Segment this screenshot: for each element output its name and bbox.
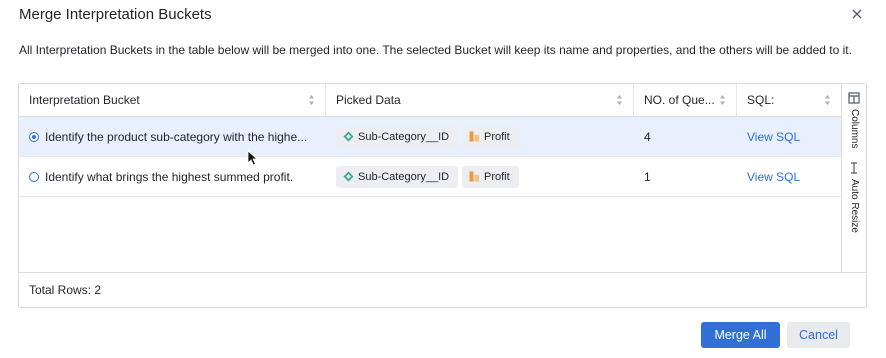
- picked-data-cell: Sub-Category__ID Profit: [326, 117, 634, 157]
- columns-label: Columns: [849, 109, 860, 149]
- picked-data-cell: Sub-Category__ID Profit: [326, 157, 634, 197]
- column-header-bucket[interactable]: Interpretation Bucket: [19, 84, 326, 116]
- buckets-table: Interpretation Bucket Picked Data NO. of…: [18, 83, 867, 308]
- chip-label: Profit: [484, 171, 510, 183]
- sort-icon[interactable]: [719, 94, 726, 106]
- table-row[interactable]: Identify what brings the highest summed …: [19, 157, 841, 197]
- picked-data-chip[interactable]: Sub-Category__ID: [336, 126, 459, 148]
- picked-data-chip[interactable]: Sub-Category__ID: [336, 166, 459, 188]
- dialog-description: All Interpretation Buckets in the table …: [19, 43, 852, 57]
- total-rows: Total Rows: 2: [29, 283, 102, 297]
- chip-label: Sub-Category__ID: [358, 131, 450, 143]
- row-radio-selected[interactable]: [29, 132, 39, 142]
- chip-label: Sub-Category__ID: [358, 171, 450, 183]
- auto-resize-button[interactable]: Auto Resize: [842, 160, 866, 240]
- measure-bar-icon: [469, 171, 479, 182]
- dimension-diamond-icon: [343, 171, 354, 182]
- sort-icon[interactable]: [308, 94, 315, 106]
- column-header-label: NO. of Que...: [644, 93, 715, 107]
- table-footer: Total Rows: 2: [19, 272, 866, 307]
- close-icon[interactable]: [849, 6, 865, 22]
- questions-count: 1: [644, 170, 651, 184]
- column-header-label: Picked Data: [336, 93, 401, 107]
- columns-icon: [848, 92, 860, 104]
- column-header-label: Interpretation Bucket: [29, 93, 140, 107]
- auto-resize-label: Auto Resize: [849, 179, 860, 233]
- questions-count: 4: [644, 130, 651, 144]
- dialog-title: Merge Interpretation Buckets: [19, 6, 212, 23]
- grid-side-panel: Columns Auto Resize: [841, 84, 866, 272]
- table-header: Interpretation Bucket Picked Data NO. of…: [19, 84, 841, 117]
- chip-label: Profit: [484, 131, 510, 143]
- resize-icon: [851, 162, 857, 174]
- sort-icon[interactable]: [616, 94, 623, 106]
- row-radio[interactable]: [29, 172, 39, 182]
- table-row[interactable]: Identify the product sub-category with t…: [19, 117, 841, 157]
- mouse-cursor-icon: [247, 150, 259, 166]
- bucket-name: Identify the product sub-category with t…: [45, 130, 308, 144]
- dimension-diamond-icon: [343, 131, 354, 142]
- measure-bar-icon: [469, 131, 479, 142]
- cancel-button[interactable]: Cancel: [787, 322, 850, 348]
- view-sql-link[interactable]: View SQL: [747, 117, 837, 157]
- column-header-sql[interactable]: SQL:: [737, 84, 841, 116]
- merge-all-button[interactable]: Merge All: [701, 322, 780, 348]
- picked-data-chip[interactable]: Profit: [462, 126, 519, 148]
- bucket-cell: Identify the product sub-category with t…: [19, 117, 326, 157]
- bucket-cell: Identify what brings the highest summed …: [19, 157, 326, 197]
- view-sql-link[interactable]: View SQL: [747, 157, 837, 197]
- sort-icon[interactable]: [824, 94, 831, 106]
- picked-data-chip[interactable]: Profit: [462, 166, 519, 188]
- merge-dialog: Merge Interpretation Buckets All Interpr…: [0, 0, 886, 358]
- column-header-label: SQL:: [747, 93, 775, 107]
- column-header-picked-data[interactable]: Picked Data: [326, 84, 634, 116]
- column-header-questions[interactable]: NO. of Que...: [634, 84, 737, 116]
- columns-panel-button[interactable]: Columns: [842, 90, 866, 158]
